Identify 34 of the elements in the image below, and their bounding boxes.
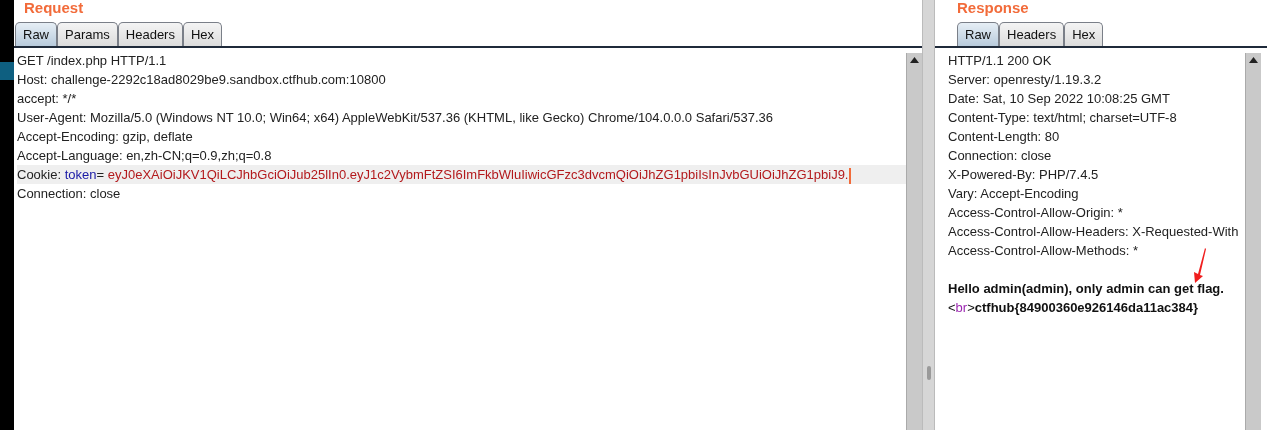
- request-line: GET /index.php HTTP/1.1: [17, 52, 168, 70]
- request-line: Host: challenge-2292c18ad8029be9.sandbox.ctfhub.com:10800: [17, 71, 387, 89]
- response-line: HTTP/1.1 200 OK: [948, 52, 1053, 70]
- response-line: Content-Length: 80: [948, 128, 1061, 146]
- selected-item-marker: [0, 62, 14, 80]
- request-line: Connection: close: [17, 185, 122, 203]
- tab[interactable]: Raw: [957, 22, 999, 46]
- tab[interactable]: Params: [57, 22, 118, 46]
- response-line: Access-Control-Allow-Headers: X-Requested-With: [948, 223, 1240, 241]
- response-line: Access-Control-Allow-Origin: *: [948, 204, 1124, 222]
- response-body: Hello admin(admin), only admin can get flag. <br>ctfhub{84900360e926146da11ac384}: [948, 280, 1225, 317]
- scroll-up-icon[interactable]: [910, 57, 919, 63]
- response-line: Access-Control-Allow-Methods: *: [948, 242, 1139, 260]
- arrow-annotation: [1191, 248, 1207, 284]
- tab[interactable]: Hex: [182, 22, 223, 46]
- response-line: Date: Sat, 10 Sep 2022 10:08:25 GMT: [948, 90, 1171, 108]
- request-line: User-Agent: Mozilla/5.0 (Windows NT 10.0; Win64; x64) AppleWebKit/537.36 (KHTML, like Gecko) Chrome/104.0.0.0 Safari/537.36: [17, 109, 775, 127]
- panel-title: Request: [24, 0, 84, 16]
- scrollbar[interactable]: [1245, 53, 1261, 430]
- tab[interactable]: Hex: [1064, 22, 1104, 46]
- request-line: accept: */*: [17, 90, 78, 108]
- response-line: Vary: Accept-Encoding: [948, 185, 1080, 203]
- tab[interactable]: Headers: [117, 22, 183, 46]
- response-line: Content-Type: text/html; charset=UTF-8: [948, 109, 1178, 127]
- scrollbar[interactable]: [906, 53, 922, 430]
- response-line: Connection: close: [948, 147, 1053, 165]
- tab[interactable]: Headers: [999, 22, 1065, 46]
- response-line: X-Powered-By: PHP/7.4.5: [948, 166, 1100, 184]
- panel-title: Response: [957, 0, 1029, 16]
- request-line: Accept-Encoding: gzip, deflate: [17, 128, 194, 146]
- scroll-up-icon[interactable]: [1249, 57, 1258, 63]
- response-line: Server: openresty/1.19.3.2: [948, 71, 1103, 89]
- tab[interactable]: Raw: [15, 22, 57, 46]
- request-line: Accept-Language: en,zh-CN;q=0.9,zh;q=0.8: [17, 147, 273, 165]
